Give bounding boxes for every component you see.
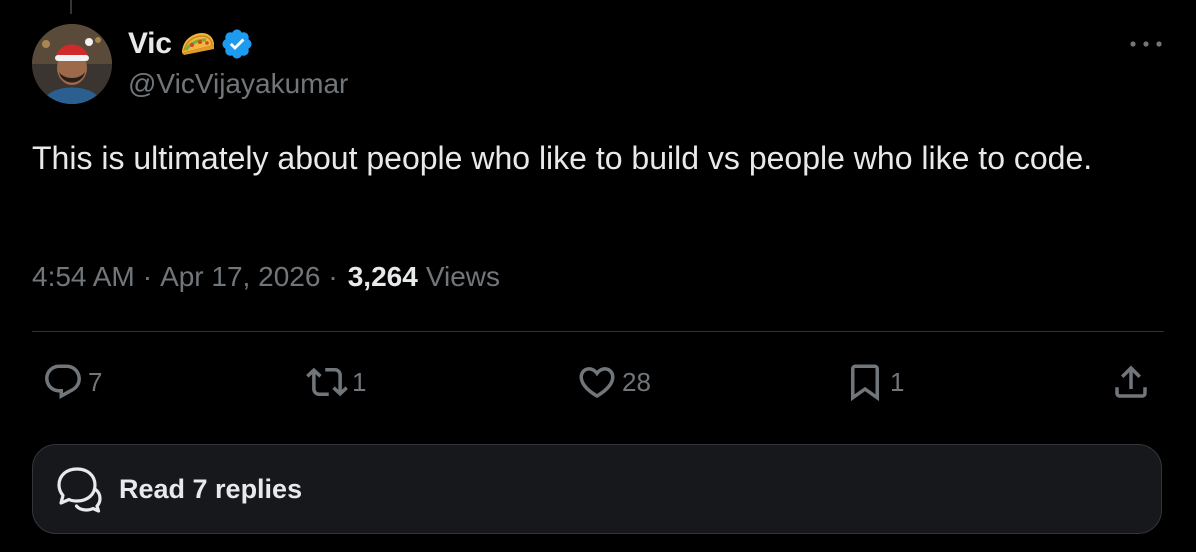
divider — [32, 331, 1164, 332]
share-button[interactable] — [1110, 358, 1152, 406]
like-button[interactable]: 28 — [576, 358, 651, 406]
display-name[interactable]: Vic — [128, 27, 172, 61]
author-handle[interactable]: @VicVijayakumar — [128, 68, 348, 100]
repost-icon — [306, 367, 348, 397]
tweet-meta: 4:54 AM · Apr 17, 2026 · 3,264 Views — [32, 261, 500, 293]
bookmark-icon — [851, 364, 879, 402]
avatar[interactable] — [32, 24, 112, 104]
repost-button[interactable]: 1 — [306, 358, 366, 406]
tweet-text: This is ultimately about people who like… — [32, 140, 1093, 176]
tweet-date[interactable]: Apr 17, 2026 — [160, 261, 320, 293]
read-replies-button[interactable]: Read 7 replies — [32, 444, 1162, 534]
more-dots-icon — [1130, 41, 1162, 47]
author-name-row: Vic — [128, 26, 348, 62]
chat-bubbles-icon — [51, 461, 107, 517]
more-options-button[interactable] — [1126, 30, 1166, 58]
thread-connector-line — [70, 0, 72, 14]
views-count[interactable]: 3,264 — [348, 261, 418, 293]
reply-count: 7 — [88, 366, 103, 397]
author-block: Vic @VicVijayakumar — [128, 26, 348, 100]
reply-icon — [45, 364, 81, 399]
reply-button[interactable]: 7 — [42, 358, 102, 406]
tweet-time[interactable]: 4:54 AM — [32, 261, 135, 293]
verified-badge-icon[interactable] — [220, 27, 254, 61]
read-replies-label: Read 7 replies — [119, 473, 303, 504]
views-label: Views — [425, 261, 500, 292]
bookmark-button[interactable]: 1 — [844, 358, 904, 406]
bookmark-count: 1 — [890, 366, 905, 397]
taco-icon — [180, 31, 216, 57]
meta-separator: · — [142, 261, 153, 292]
meta-separator: · — [328, 261, 338, 292]
repost-count: 1 — [352, 366, 367, 397]
heart-icon — [579, 367, 615, 399]
like-count: 28 — [622, 366, 651, 397]
share-icon — [1115, 365, 1147, 398]
action-bar: 7 1 28 1 — [32, 358, 1164, 406]
